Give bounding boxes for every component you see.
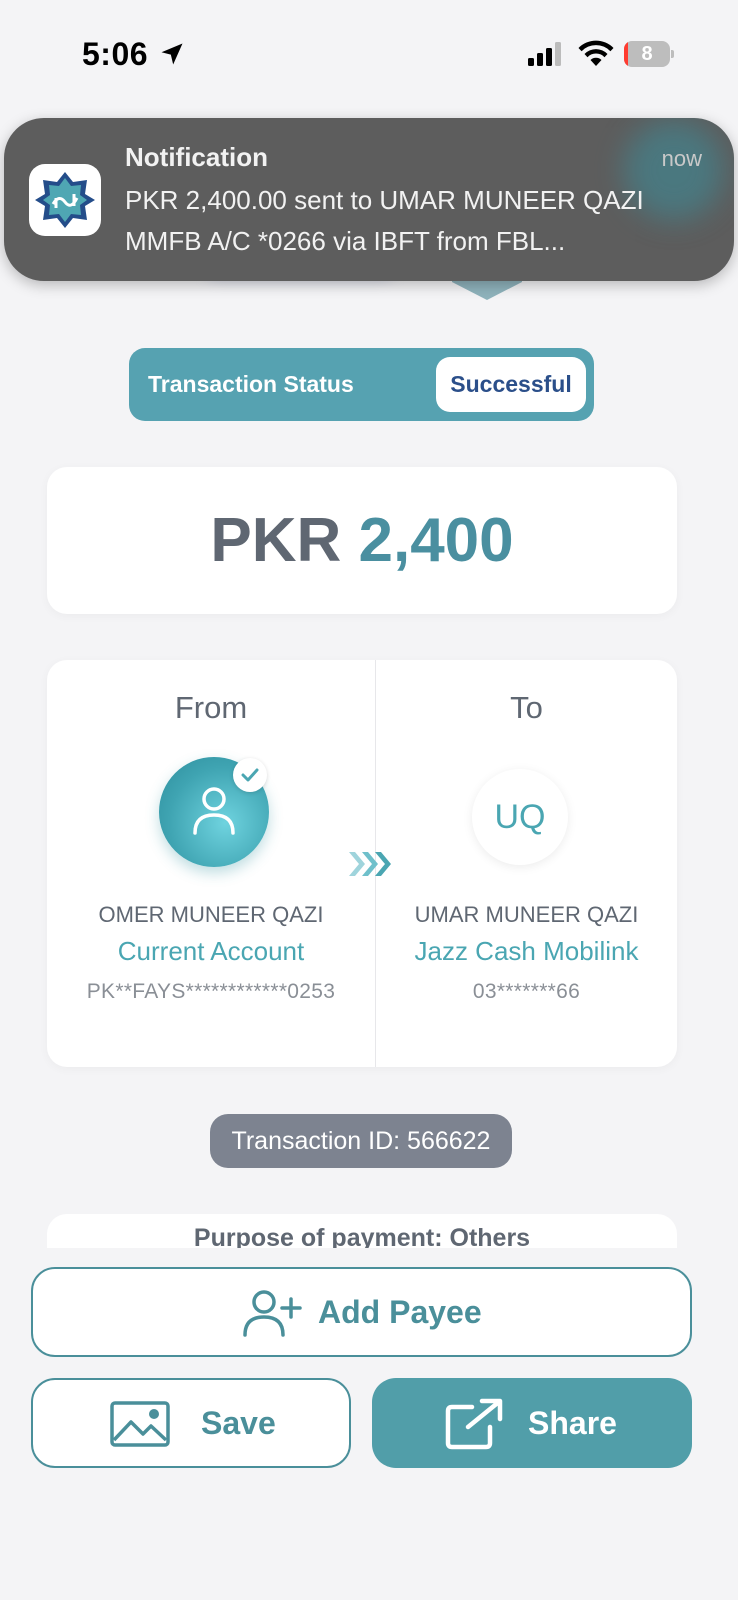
parties-card: From OMER MUNEER QAZI Current Account PK… [47,660,677,1067]
add-payee-button[interactable]: Add Payee [31,1267,692,1357]
add-user-icon [243,1290,302,1337]
battery-indicator: 8 [624,41,674,67]
cellular-signal-icon [528,42,561,66]
battery-body: 8 [624,41,670,67]
from-party: From OMER MUNEER QAZI Current Account PK… [47,660,391,1067]
image-icon [110,1401,170,1447]
from-name: OMER MUNEER QAZI [98,902,324,927]
transaction-status-pill: Transaction Status Successful [129,348,594,421]
notification-title: Notification [125,142,268,172]
status-bar: 5:06 8 [0,0,738,110]
notification-time: now [661,146,702,171]
to-account-number: 03*******66 [472,980,581,1003]
from-account-type: Current Account [117,936,305,966]
location-arrow-icon [161,43,183,65]
to-party: To UQ UMAR MUNEER QAZI Jazz Cash Mobilin… [376,660,677,1067]
amount-card: PKR 2,400 [47,467,677,614]
purpose-card: Purpose of payment: Others [47,1214,677,1248]
notification-body: PKR 2,400.00 sent to UMAR MUNEER QAZI MM… [125,185,644,256]
save-label: Save [201,1405,276,1441]
verified-check-icon [233,758,267,792]
share-button[interactable]: Share [372,1378,692,1468]
amount-currency: PKR [210,506,342,575]
person-icon [193,787,235,835]
purpose-text: Purpose of payment: Others [193,1224,531,1248]
to-avatar-initials: UQ [472,769,568,865]
amount-value: 2,400 [358,506,514,575]
to-heading: To [510,690,543,725]
save-button[interactable]: Save [31,1378,351,1468]
transaction-receipt-screen: 5:06 8 Notification now PKR 2,400.00 sen… [0,0,738,1600]
battery-tip [671,50,674,58]
to-account-type: Jazz Cash Mobilink [414,936,639,966]
status-time: 5:06 [82,36,149,72]
push-notification[interactable]: Notification now PKR 2,400.00 sent to UM… [4,118,734,281]
share-icon [445,1398,503,1450]
transaction-id-chip: Transaction ID: 566622 [210,1114,512,1168]
to-name: UMAR MUNEER QAZI [414,902,639,927]
wifi-icon [578,40,614,66]
faysal-bank-logo-icon [29,164,101,236]
add-payee-label: Add Payee [318,1294,482,1330]
share-label: Share [528,1405,617,1441]
transaction-status-badge: Successful [436,357,586,412]
battery-level-text: 8 [641,43,653,65]
from-heading: From [174,690,248,725]
transaction-status-label: Transaction Status [148,371,354,397]
from-account-number: PK**FAYS************0253 [86,980,336,1003]
